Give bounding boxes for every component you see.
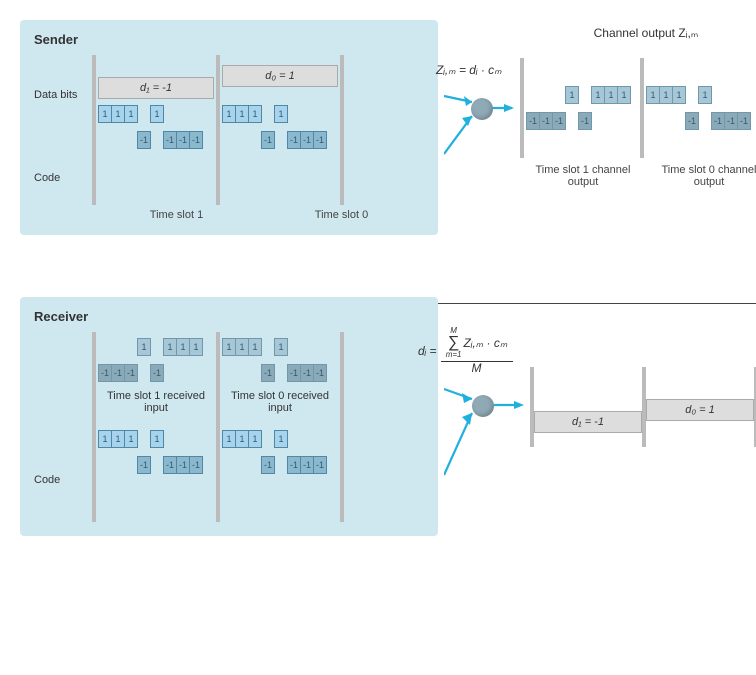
d0-box: d₀ = 1 — [222, 65, 338, 87]
code-label-receiver: Code — [34, 474, 92, 486]
channel-output-title: Channel output Zᵢ,ₘ — [520, 26, 756, 40]
feedback-line — [35, 135, 756, 304]
recv-slot0-label: Time slot 0 received input — [220, 382, 340, 430]
databits-label: Data bits — [34, 89, 92, 101]
recv-code-slot0: 111-11-1-1-1 — [220, 430, 340, 474]
recv-code-slot1: 111-11-1-1-1 — [96, 430, 216, 474]
receiver-operator: dᵢ = M ∑ m=1 Zᵢ,ₘ · cₘ M — [444, 297, 524, 517]
databit-slot0: d₀ = 1 — [220, 55, 340, 105]
channel-output-slot1: -1-1-11-1111 — [524, 86, 640, 130]
decoded-d1: d₁ = -1 — [534, 411, 642, 433]
sender-title: Sender — [34, 32, 424, 47]
receiver-title: Receiver — [34, 309, 424, 324]
correlate-node-icon — [472, 395, 494, 417]
received-slot1: -1-1-11-1111 — [96, 338, 216, 382]
d1-box: d₁ = -1 — [98, 77, 214, 99]
multiply-node-icon — [471, 98, 493, 120]
received-slot0: 111-11-1-1-1 — [220, 338, 340, 382]
decoded-output: d₁ = -1 d₀ = 1 — [530, 297, 756, 447]
databit-slot1: d₁ = -1 — [96, 55, 216, 105]
recv-slot1-label: Time slot 1 received input — [96, 382, 216, 430]
decoded-d0: d₀ = 1 — [646, 399, 754, 421]
channel-output-slot0: 111-11-1-1-1 — [644, 86, 756, 130]
receiver-panel: Receiver Code -1-1-11-1111 Time slot 1 r… — [20, 297, 438, 536]
